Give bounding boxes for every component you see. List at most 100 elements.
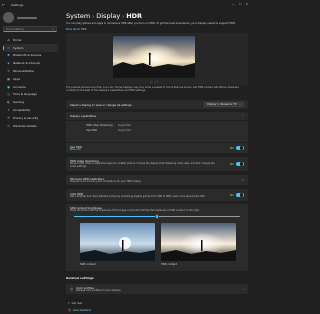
auto-hdr-description: Get a brighter and more detailed picture… (70, 194, 205, 198)
use-hdr-text: Use HDR More info (70, 145, 82, 152)
hdr-calibration-card[interactable]: Windows HDR Calibration Improve color ac… (66, 175, 248, 185)
chevron-right-icon: › (242, 287, 244, 291)
display-capabilities-card: Display capabilities ⌃ HDR video streami… (66, 112, 248, 142)
apps-icon: ▦ (7, 76, 10, 81)
color-profiles-labels: Color profiles Manage color profiles for… (76, 286, 121, 293)
breadcrumb-separator: › (122, 14, 125, 20)
hdr-streaming-description: Stream HDR video in supported apps for a… (70, 162, 215, 168)
sidebar-item-label: Accounts (13, 84, 26, 89)
hdr-streaming-text: HDR video streaming Stream HDR video in … (70, 159, 220, 168)
sidebar-item-bluetooth-devices[interactable]: ✱ Bluetooth & devices (3, 52, 58, 60)
sidebar-item-home[interactable]: ⌂ Home (3, 36, 58, 44)
expand-icon[interactable]: ⤢ (150, 80, 152, 84)
sidebar-item-label: Privacy & security (13, 115, 39, 120)
sidebar-item-accessibility[interactable]: ✦ Accessibility (3, 106, 58, 114)
sidebar-item-system[interactable]: ▭ System (3, 43, 58, 52)
sidebar-item-label: Bluetooth & devices (13, 53, 42, 58)
sidebar-item-gaming[interactable]: ◐ Gaming (3, 98, 58, 106)
sdr-brightness-slider[interactable] (66, 214, 248, 220)
sunset-scene (113, 36, 195, 78)
sdr-brightness-text: SDR content brightness Move the slider u… (66, 204, 248, 213)
display-dropdown[interactable]: Display 1: Panasonic TV ⌄ (204, 102, 244, 107)
search-input[interactable]: Find a setting ⌕ (3, 26, 57, 32)
back-arrow-icon[interactable]: ← (2, 2, 8, 7)
auto-hdr-toggle[interactable] (235, 192, 244, 198)
sdr-sample-image (80, 223, 155, 261)
bluetooth-icon: ✱ (7, 53, 10, 58)
breadcrumb-separator: › (92, 14, 95, 20)
preview-note: The preview shows more than one color. S… (66, 86, 239, 92)
preview-tools: ⤢ ⛶ (150, 80, 158, 84)
home-icon: ⌂ (7, 37, 10, 42)
hdr-streaming-state: On (229, 162, 234, 166)
sidebar-item-label: Accessibility (13, 108, 31, 113)
maximize-button[interactable]: ☐ (239, 2, 242, 6)
display-select-label: Select a display to view or change its s… (70, 102, 132, 107)
breadcrumb: System › Display › HDR (66, 12, 142, 20)
sdr-sample-label: SDR content (80, 263, 96, 266)
preview-next-icon[interactable]: › (191, 54, 193, 59)
capability-label: Use HDR (86, 128, 98, 132)
sidebar-item-windows-update[interactable]: ↻ Windows Update (3, 122, 58, 130)
sidebar-item-privacy-security[interactable]: ⛨ Privacy & security (3, 114, 58, 122)
related-settings-title: Related settings (66, 276, 94, 280)
slider-fill (74, 216, 157, 217)
fullscreen-icon[interactable]: ⛶ (155, 80, 157, 84)
profile-name-placeholder (17, 16, 37, 19)
capabilities-title: Display capabilities (70, 114, 97, 118)
sidebar-item-time-language[interactable]: ◷ Time & language (3, 91, 58, 99)
breadcrumb-display[interactable]: Display (96, 12, 120, 20)
globe-clock-icon: ◷ (7, 92, 10, 97)
sidebar-item-network-internet[interactable]: ◈ Network & internet (3, 59, 58, 67)
use-hdr-more-link[interactable]: More info (70, 148, 82, 152)
capabilities-header[interactable]: Display capabilities ⌃ (66, 112, 248, 120)
color-profiles-card[interactable]: ◎ Color profiles Manage color profiles f… (66, 284, 248, 294)
hdr-preview-image: ‹ › (113, 36, 195, 78)
controller-icon: ◐ (7, 100, 10, 105)
hdr-streaming-card: HDR video streaming Stream HDR video in … (66, 157, 248, 171)
display-select-card: Select a display to view or change its s… (66, 100, 248, 109)
use-hdr-card: Use HDR More info On (66, 143, 248, 153)
breadcrumb-system[interactable]: System (66, 12, 90, 20)
sidebar-item-label: Windows Update (13, 123, 37, 128)
use-hdr-toggle-group: On (229, 145, 244, 151)
more-about-hdr-link[interactable]: More about HDR (66, 28, 87, 31)
sidebar-item-label: Time & language (13, 92, 37, 97)
title-bar: ← Settings — ☐ ✕ (0, 0, 250, 9)
minimize-button[interactable]: — (232, 2, 235, 6)
auto-hdr-state: On (229, 193, 234, 197)
hdr-streaming-toggle-group: On (229, 161, 244, 167)
give-feedback-link[interactable]: ☺ Give feedback (68, 308, 91, 312)
hdr-preview-panel: ‹ › ⤢ ⛶ (66, 33, 248, 85)
user-profile[interactable] (3, 12, 37, 23)
intro-description: You can play games and apps in immersive… (66, 22, 236, 25)
wifi-icon: ◈ (7, 61, 10, 66)
close-button[interactable]: ✕ (245, 2, 248, 6)
preview-prev-icon[interactable]: ‹ (115, 54, 117, 59)
color-profiles-description: Manage color profiles for your displays (76, 288, 121, 292)
color-profiles-text: ◎ Color profiles Manage color profiles f… (70, 286, 121, 293)
use-hdr-state: On (229, 146, 234, 150)
capabilities-list: HDR video streaming Supported Use HDR Su… (66, 121, 248, 134)
sidebar-item-label: System (13, 45, 24, 50)
update-icon: ↻ (7, 123, 10, 128)
sidebar-item-accounts[interactable]: ● Accounts (3, 83, 58, 91)
sidebar-item-apps[interactable]: ▦ Apps (3, 75, 58, 83)
sdr-brightness-description: Move the slider until the brightness of … (70, 209, 200, 212)
get-help-label: Get help (71, 301, 83, 305)
sidebar-item-personalization[interactable]: ✎ Personalization (3, 67, 58, 75)
feedback-icon: ☺ (68, 308, 72, 312)
search-placeholder: Find a setting (6, 27, 24, 31)
sidebar: Find a setting ⌕ ⌂ Home ▭ System ✱ Bluetooth … (0, 9, 60, 314)
color-profile-icon: ◎ (70, 286, 74, 291)
calibration-description: Improve color accuracy and consistency f… (70, 179, 141, 183)
sdr-brightness-card: SDR content brightness Move the slider u… (66, 204, 248, 271)
hdr-streaming-toggle[interactable] (235, 161, 244, 167)
hdr-sample-label: HDR content (161, 263, 177, 266)
get-help-link[interactable]: ? Get help (68, 301, 82, 305)
use-hdr-toggle[interactable] (235, 145, 244, 151)
person-icon: ● (7, 84, 10, 89)
window-controls: — ☐ ✕ (232, 2, 248, 6)
display-dropdown-value: Display 1: Panasonic TV (207, 103, 237, 106)
slider-thumb[interactable] (154, 214, 160, 219)
